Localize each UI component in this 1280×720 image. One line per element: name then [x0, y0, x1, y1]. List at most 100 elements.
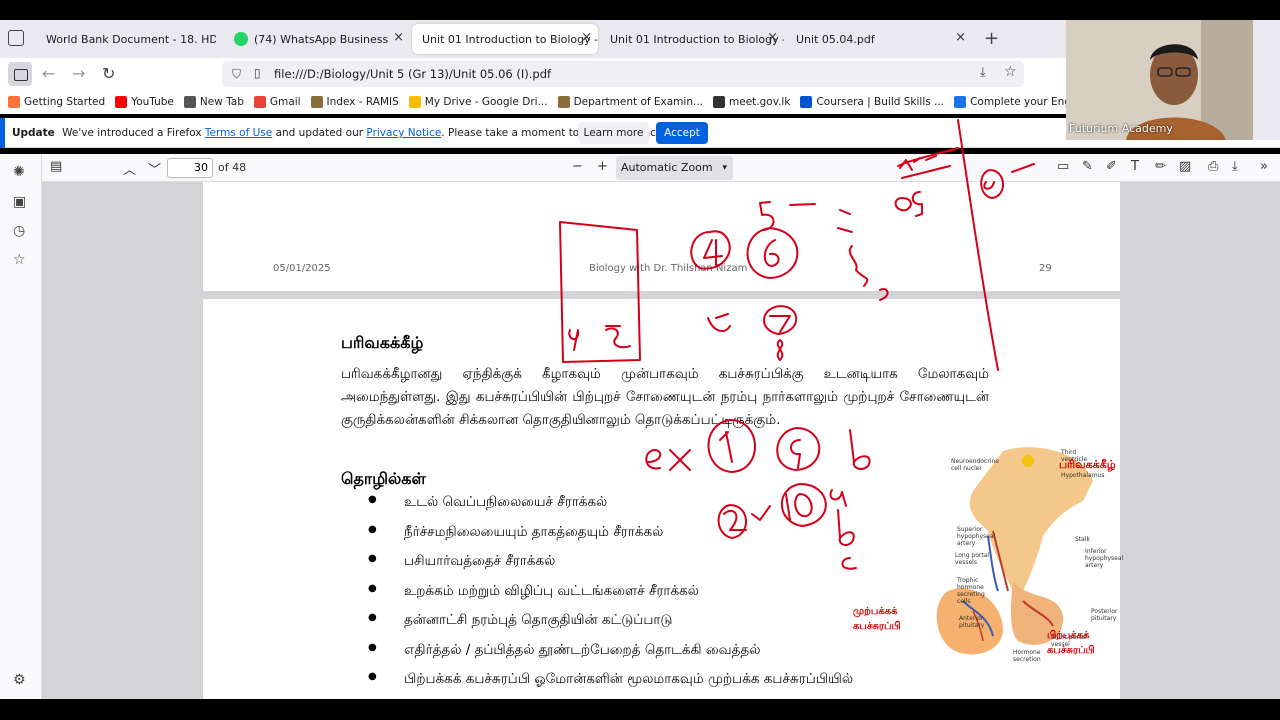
bookmark-label: Index - RAMIS: [326, 96, 399, 108]
top-black-bar: [0, 0, 1280, 20]
label-posterior: Posterior pituitary: [1091, 608, 1118, 622]
bookmark-label: My Drive - Google Dri...: [424, 96, 548, 108]
label-posterior-tamil: பிற்பக்கக் கபச்சுரப்பி: [1047, 630, 1095, 656]
page-icon: ▯: [254, 66, 261, 80]
tab-world-bank[interactable]: World Bank Document - 18. HDG W: [36, 24, 216, 54]
pdf-toolbar: ▤ ︿ ﹀ 30 of 48 − + Automatic Zoom ▾ ▭ ✎ …: [42, 154, 1280, 182]
bookmark-favicon-icon: [713, 96, 725, 108]
tab-unit01-active[interactable]: Unit 01 Introduction to Biology - Ur ×: [412, 24, 598, 54]
notice-text-2: and updated our: [275, 127, 364, 139]
ai-chat-icon[interactable]: ✺: [13, 164, 25, 180]
synced-tabs-icon[interactable]: ▣: [13, 194, 26, 210]
shield-icon[interactable]: ⛉: [232, 67, 241, 82]
zoom-in-icon[interactable]: +: [597, 159, 608, 174]
label-long-portal: Long portal vessels: [955, 552, 990, 566]
close-tab-icon[interactable]: ×: [581, 30, 592, 45]
more-tools-icon[interactable]: »: [1260, 159, 1268, 174]
footer-center: Biology with Dr. Thilshan Nizam: [589, 263, 748, 274]
bookmark-item[interactable]: Getting Started: [8, 96, 105, 108]
tab-unit0504[interactable]: Unit 05.04.pdf ×: [786, 24, 972, 54]
save-icon[interactable]: ⤓: [1232, 159, 1238, 174]
previous-page-icon[interactable]: ︿: [123, 159, 136, 178]
bookmark-item[interactable]: My Drive - Google Dri...: [408, 96, 548, 108]
browser-sidebar: ✺ ▣ ◷ ☆ ⚙: [0, 154, 42, 699]
bookmark-favicon-icon: [954, 96, 967, 108]
close-tab-icon[interactable]: ×: [955, 30, 966, 45]
url-bar[interactable]: ⛉ ▯ file:///D:/Biology/Unit 5 (Gr 13)/Un…: [222, 61, 1024, 87]
heading-hypothalamus: பரிவகக்கீழ்: [341, 333, 424, 352]
list-item: தன்னாட்சி நரம்புத் தொகுதியின் கட்டுப்பாட…: [368, 612, 853, 642]
settings-icon[interactable]: ⚙: [13, 672, 26, 688]
webcam-label: Futurium Academy: [1069, 122, 1173, 135]
bookmark-favicon-icon: [183, 96, 196, 108]
notice-accent: [0, 118, 5, 148]
label-hypothalamus: Hypothalamus: [1061, 472, 1105, 479]
tab-label: Unit 05.04.pdf: [796, 32, 875, 46]
label-trophic: Trophic hormone secreting cells: [957, 577, 985, 605]
zoom-select[interactable]: Automatic Zoom ▾: [616, 156, 733, 180]
learn-more-button[interactable]: Learn more: [578, 122, 649, 144]
close-tab-icon[interactable]: ×: [767, 30, 778, 45]
tab-whatsapp[interactable]: (74) WhatsApp Business ×: [224, 24, 410, 54]
bottom-black-bar: [0, 699, 1280, 720]
tab-unit01[interactable]: Unit 01 Introduction to Biology - Ur ×: [600, 24, 784, 54]
page-number-input[interactable]: 30: [167, 158, 213, 178]
bookmark-item[interactable]: YouTube: [115, 96, 174, 108]
right-edge: [1253, 20, 1280, 140]
bookmark-item[interactable]: meet.gov.lk: [713, 96, 790, 108]
edit-icon[interactable]: ✎: [1082, 159, 1093, 174]
bookmark-item[interactable]: New Tab: [183, 96, 244, 108]
heading-functions: தொழில்கள்: [341, 469, 426, 488]
zoom-out-icon[interactable]: −: [572, 159, 583, 174]
history-icon[interactable]: ◷: [13, 223, 25, 239]
comment-icon[interactable]: ▭: [1057, 159, 1069, 174]
highlight-icon[interactable]: ✐: [1106, 159, 1117, 174]
reload-icon[interactable]: ↻: [102, 64, 115, 83]
tab-strip: World Bank Document - 18. HDG W (74) Wha…: [0, 20, 1070, 58]
footer-page-number: 29: [1039, 263, 1052, 274]
zoom-value: Automatic Zoom: [621, 161, 713, 174]
accept-button[interactable]: Accept: [656, 122, 708, 144]
forward-icon[interactable]: →: [72, 64, 85, 83]
privacy-notice-link[interactable]: Privacy Notice: [366, 127, 441, 139]
bookmark-label: Department of Examin...: [573, 96, 703, 108]
sidebar-toggle-button[interactable]: [8, 62, 32, 86]
bookmark-item[interactable]: Coursera | Build Skills ...: [800, 96, 944, 108]
label-anterior-tamil: முற்பக்கக் கபச்சுரப்பி: [853, 606, 901, 632]
screen: World Bank Document - 18. HDG W (74) Wha…: [0, 0, 1280, 720]
bookmark-favicon-icon: [800, 96, 813, 108]
chevron-down-icon: ▾: [722, 163, 727, 173]
page-count: of 48: [218, 161, 247, 174]
bookmark-item[interactable]: Department of Examin...: [557, 96, 703, 108]
next-page-icon[interactable]: ﹀: [148, 159, 161, 178]
tab-label: Unit 01 Introduction to Biology - Ur: [422, 32, 598, 46]
sidebar-thumbnails-icon[interactable]: ▤: [50, 159, 62, 174]
terms-of-use-link[interactable]: Terms of Use: [205, 127, 272, 139]
bookmark-favicon-icon: [115, 96, 128, 108]
bookmark-favicon-icon: [557, 96, 570, 108]
url-text[interactable]: file:///D:/Biology/Unit 5 (Gr 13)/Unit 0…: [274, 67, 551, 81]
bookmark-item[interactable]: Gmail: [253, 96, 301, 108]
tab-list-icon[interactable]: [8, 30, 24, 46]
new-tab-button[interactable]: +: [984, 28, 999, 49]
pdf-page-29: 05/01/2025 Biology with Dr. Thilshan Niz…: [203, 182, 1120, 291]
whatsapp-icon: [234, 32, 248, 46]
text-icon[interactable]: T: [1131, 159, 1139, 174]
print-icon[interactable]: ⎙: [1208, 159, 1218, 174]
download-icon[interactable]: ⤓: [980, 65, 986, 80]
image-icon[interactable]: ▨: [1179, 159, 1191, 174]
label-superior-artery: Superior hypophyseal artery: [957, 526, 996, 547]
tab-label: (74) WhatsApp Business: [254, 32, 389, 46]
bookmark-favicon-icon: [253, 96, 266, 108]
label-hypothalamus-tamil: பரிவகக்கீழ்: [1059, 458, 1116, 471]
draw-icon[interactable]: ✏: [1155, 159, 1166, 174]
close-tab-icon[interactable]: ×: [393, 30, 404, 45]
navigation-bar: ← → ↻ ⛉ ▯ file:///D:/Biology/Unit 5 (Gr …: [0, 58, 1070, 90]
bookmark-star-icon[interactable]: ☆: [1004, 64, 1017, 80]
bookmarks-icon[interactable]: ☆: [13, 252, 26, 268]
back-icon[interactable]: ←: [42, 64, 55, 83]
bookmark-favicon-icon: [408, 96, 421, 108]
tab-label: World Bank Document - 18. HDG W: [46, 32, 216, 46]
bookmark-item[interactable]: Index - RAMIS: [310, 96, 399, 108]
pdf-viewer[interactable]: 05/01/2025 Biology with Dr. Thilshan Niz…: [42, 182, 1280, 699]
